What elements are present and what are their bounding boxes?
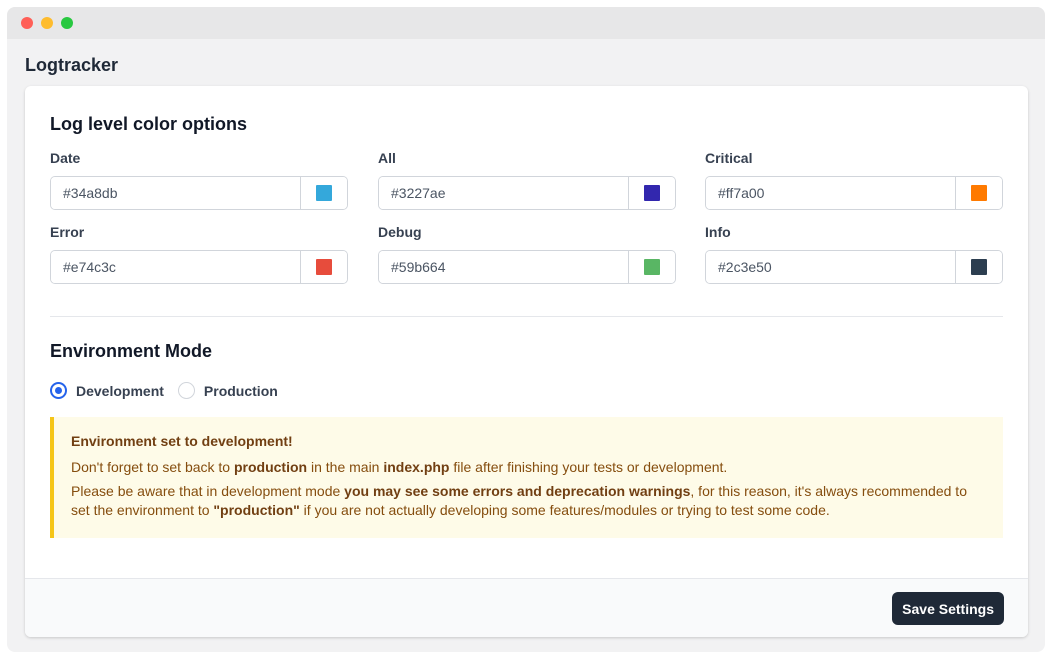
- alert-line-2: Please be aware that in development mode…: [71, 483, 967, 518]
- error-color-picker[interactable]: [300, 251, 347, 283]
- radio-label: Development: [76, 382, 164, 399]
- date-color-picker[interactable]: [300, 177, 347, 209]
- all-color-picker[interactable]: [628, 177, 675, 209]
- critical-color-input[interactable]: [706, 177, 955, 209]
- save-settings-button[interactable]: Save Settings: [892, 592, 1004, 625]
- settings-card: Log level color options Date All: [25, 86, 1028, 637]
- color-field-date: Date: [50, 148, 348, 210]
- radio-label: Production: [203, 382, 278, 399]
- app-title: Logtracker: [25, 55, 119, 75]
- alert-title: Environment set to development!: [71, 433, 293, 449]
- minimize-window-button[interactable]: [41, 17, 53, 29]
- radio-option-development[interactable]: Development: [50, 382, 164, 399]
- close-window-button[interactable]: [21, 17, 33, 29]
- color-input-group: [378, 176, 676, 210]
- environment-warning-alert: Environment set to development! Don't fo…: [50, 417, 1003, 538]
- color-field-all: All: [378, 148, 676, 210]
- color-field-debug: Debug: [378, 222, 676, 284]
- maximize-window-button[interactable]: [61, 17, 73, 29]
- color-field-info: Info: [705, 222, 1003, 284]
- color-input-group: [50, 250, 348, 284]
- development-radio[interactable]: [50, 382, 67, 399]
- color-swatch: [644, 259, 660, 275]
- color-swatch: [316, 185, 332, 201]
- window-titlebar: [7, 7, 1045, 39]
- info-color-input[interactable]: [706, 251, 955, 283]
- color-input-group: [705, 176, 1003, 210]
- color-field-label: Info: [705, 224, 731, 240]
- critical-color-picker[interactable]: [955, 177, 1002, 209]
- date-color-input[interactable]: [51, 177, 300, 209]
- color-field-label: Error: [50, 224, 85, 240]
- error-color-input[interactable]: [51, 251, 300, 283]
- debug-color-picker[interactable]: [628, 251, 675, 283]
- all-color-input[interactable]: [379, 177, 628, 209]
- color-field-label: Critical: [705, 150, 753, 166]
- environment-mode-title: Environment Mode: [50, 341, 213, 361]
- settings-card-body: Log level color options Date All: [25, 86, 1028, 578]
- environment-radio-group: Development Production: [50, 382, 278, 399]
- color-field-critical: Critical: [705, 148, 1003, 210]
- color-input-group: [50, 176, 348, 210]
- alert-line-1: Don't forget to set back to production i…: [71, 459, 728, 475]
- color-swatch: [644, 185, 660, 201]
- color-field-label: All: [378, 150, 396, 166]
- color-input-group: [378, 250, 676, 284]
- settings-card-footer: Save Settings: [25, 578, 1028, 637]
- color-swatch: [971, 185, 987, 201]
- color-options-title: Log level color options: [50, 114, 248, 134]
- color-field-error: Error: [50, 222, 348, 284]
- radio-option-production[interactable]: Production: [177, 382, 278, 399]
- production-radio[interactable]: [177, 382, 195, 399]
- section-divider: [50, 316, 1003, 317]
- debug-color-input[interactable]: [379, 251, 628, 283]
- color-swatch: [971, 259, 987, 275]
- info-color-picker[interactable]: [955, 251, 1002, 283]
- color-field-label: Debug: [378, 224, 422, 240]
- color-field-label: Date: [50, 150, 81, 166]
- color-swatch: [316, 259, 332, 275]
- color-input-group: [705, 250, 1003, 284]
- app-window: Logtracker Log level color options Date …: [7, 7, 1045, 652]
